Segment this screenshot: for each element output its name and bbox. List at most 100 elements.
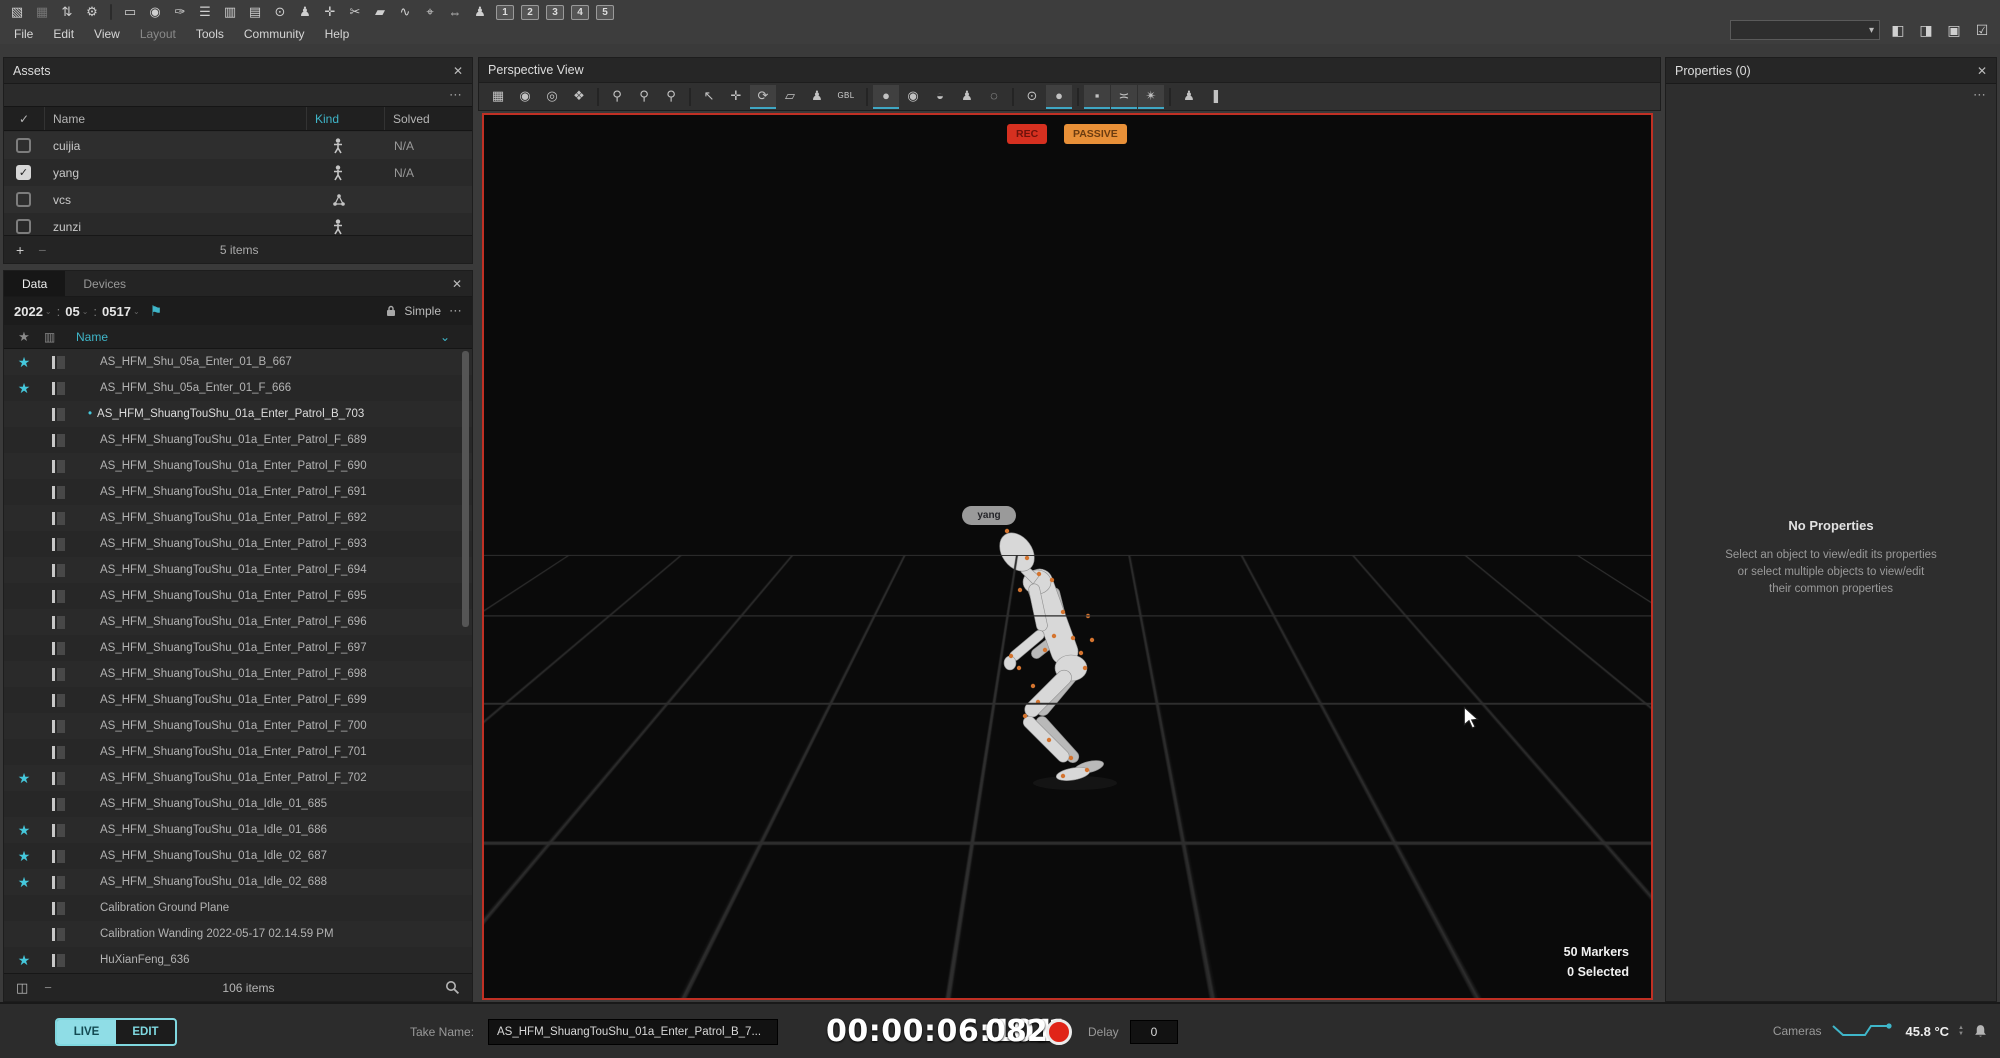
take-row[interactable]: ★ • HuXianFeng_636 (4, 947, 472, 973)
kind-column-header[interactable]: Kind (306, 107, 384, 130)
menu-item[interactable]: Community (234, 27, 315, 41)
open-project-icon[interactable]: ▧ (6, 2, 28, 22)
zoom-in-icon[interactable]: ⚲ (604, 85, 630, 109)
menu-item[interactable]: View (84, 27, 130, 41)
spinner-icon[interactable]: ⌄ (45, 307, 52, 316)
more-menu-icon[interactable]: ⋯ (449, 303, 462, 319)
edit-mode-button[interactable]: EDIT (116, 1020, 175, 1044)
take-row[interactable]: ★ • AS_HFM_Shu_05a_Enter_01_F_666 (4, 375, 472, 401)
streaming-icon[interactable]: ☰ (194, 2, 216, 22)
menu-item[interactable]: Help (315, 27, 360, 41)
zoom-fit-icon[interactable]: ⚲ (658, 85, 684, 109)
select-tool-icon[interactable]: ↖ (696, 85, 722, 109)
take-row[interactable]: ★ • Calibration Ground Plane (4, 895, 472, 921)
marker-refine-icon[interactable]: ◌ (981, 85, 1007, 109)
menu-item[interactable]: File (4, 27, 43, 41)
session-month-field[interactable]: 05 (65, 304, 79, 319)
marker-camera-icon[interactable]: ◉ (900, 85, 926, 109)
star-column-header[interactable]: ★ (4, 329, 44, 345)
rigid-body-icon[interactable]: ⌖ (419, 2, 441, 22)
take-row[interactable]: ★ • AS_HFM_ShuangTouShu_01a_Idle_01_686 (4, 817, 472, 843)
skeleton-icon[interactable]: ♟ (294, 2, 316, 22)
take-row[interactable]: ★ • AS_HFM_ShuangTouShu_01a_Enter_Patrol… (4, 427, 472, 453)
check-column-header[interactable]: ✓ (4, 107, 44, 130)
save-icon[interactable]: ▦ (31, 2, 53, 22)
take-row[interactable]: ★ • AS_HFM_ShuangTouShu_01a_Enter_Patrol… (4, 687, 472, 713)
chevron-down-icon[interactable]: ⌄ (440, 330, 472, 344)
live-edit-toggle[interactable]: LIVE EDIT (55, 1018, 177, 1046)
asset-checkbox[interactable]: ✓ (16, 219, 31, 234)
archive-take-icon[interactable]: ◫ (16, 980, 28, 996)
close-icon[interactable]: ✕ (1977, 64, 1987, 78)
dock-left-panel-icon[interactable]: ◧ (1888, 20, 1908, 40)
temperature-spinner[interactable]: ▲ ▼ (1958, 1025, 1964, 1037)
layout-dropdown[interactable]: ▾ (1730, 20, 1880, 40)
more-menu-icon[interactable]: ⋯ (449, 87, 462, 103)
visibility-eye-icon[interactable]: ⊙ (1019, 85, 1045, 109)
rays-toggle-icon[interactable]: ✴ (1138, 85, 1164, 109)
camera-view-icon[interactable]: ◎ (539, 85, 565, 109)
favorite-star-icon[interactable]: ★ (4, 822, 44, 839)
settings-gear-icon[interactable]: ⚙ (81, 2, 103, 22)
take-row[interactable]: ★ • AS_HFM_Shu_05a_Enter_01_B_667 (4, 349, 472, 375)
asset-checkbox[interactable]: ✓ (16, 138, 31, 153)
menu-item[interactable]: Tools (186, 27, 234, 41)
viewport-3d[interactable]: REC PASSIVE yang (482, 113, 1653, 1000)
remove-asset-button[interactable]: − (38, 242, 46, 258)
take-row[interactable]: ★ • AS_HFM_ShuangTouShu_01a_Enter_Patrol… (4, 531, 472, 557)
favorite-star-icon[interactable]: ★ (4, 380, 44, 397)
spinner-icon[interactable]: ⌄ (82, 307, 89, 316)
rotate-tool-icon[interactable]: ⟳ (750, 85, 776, 109)
graph-icon[interactable]: ∿ (394, 2, 416, 22)
name-column-header[interactable]: Name (44, 107, 306, 130)
close-icon[interactable]: ✕ (452, 277, 472, 291)
zoom-select-icon[interactable]: ⚲ (631, 85, 657, 109)
coordinate-space-toggle[interactable]: GBL (831, 85, 861, 109)
take-row[interactable]: ★ • AS_HFM_ShuangTouShu_01a_Enter_Patrol… (4, 635, 472, 661)
orbit-camera-icon[interactable]: ◉ (512, 85, 538, 109)
take-row[interactable]: ★ • AS_HFM_ShuangTouShu_01a_Idle_02_687 (4, 843, 472, 869)
record-button[interactable] (1046, 1019, 1072, 1045)
skeleton-select-icon[interactable]: ♟ (804, 85, 830, 109)
data-panel-tab[interactable]: Data (4, 271, 65, 296)
grid-view-icon[interactable]: ▦ (485, 85, 511, 109)
session-year-field[interactable]: 2022 (14, 304, 43, 319)
take-row[interactable]: ★ • AS_HFM_ShuangTouShu_01a_Enter_Patrol… (4, 583, 472, 609)
simple-mode-toggle[interactable]: Simple (404, 304, 441, 318)
take-row[interactable]: ★ • AS_HFM_ShuangTouShu_01a_Enter_Patrol… (4, 765, 472, 791)
scale-tool-icon[interactable]: ▱ (777, 85, 803, 109)
name-column-header[interactable]: Name (76, 330, 440, 344)
mocap-character[interactable] (975, 520, 1145, 810)
follow-tool-icon[interactable]: ❖ (566, 85, 592, 109)
layout-1-button[interactable]: 1 (496, 5, 514, 20)
asset-row[interactable]: ✓ vcs (4, 186, 472, 213)
measure-icon[interactable]: ⇔ (444, 2, 466, 22)
asset-row[interactable]: ✓ yang N/A (4, 159, 472, 186)
layout-3-button[interactable]: 3 (546, 5, 564, 20)
take-row[interactable]: ★ • AS_HFM_ShuangTouShu_01a_Enter_Patrol… (4, 661, 472, 687)
asset-row[interactable]: ✓ zunzi (4, 213, 472, 235)
spinner-icon[interactable]: ⌄ (133, 307, 140, 316)
solved-column-header[interactable]: Solved (384, 107, 472, 130)
data-panel-tab[interactable]: Devices (65, 271, 144, 296)
dock-panels-icon[interactable]: ◨ (1916, 20, 1936, 40)
live-mode-button[interactable]: LIVE (57, 1020, 116, 1044)
calibration-wand-icon[interactable]: ✑ (169, 2, 191, 22)
remove-take-button[interactable]: − (44, 980, 52, 995)
take-row[interactable]: ★ • Calibration Wanding 2022-05-17 02.14… (4, 921, 472, 947)
skeleton-overlay-icon[interactable]: ♟ (1176, 85, 1202, 109)
asset-checkbox[interactable]: ✓ (16, 192, 31, 207)
labels-toggle-icon[interactable]: ▪ (1084, 85, 1110, 109)
favorite-star-icon[interactable]: ★ (4, 848, 44, 865)
save-layout-icon[interactable]: ▣ (1944, 20, 1964, 40)
video-overlay-icon[interactable]: ❚ (1203, 85, 1229, 109)
take-row[interactable]: ★ • AS_HFM_ShuangTouShu_01a_Enter_Patrol… (4, 739, 472, 765)
menu-item[interactable]: Layout (130, 27, 186, 41)
take-row[interactable]: ★ • AS_HFM_ShuangTouShu_01a_Enter_Patrol… (4, 713, 472, 739)
more-menu-icon[interactable]: ⋯ (1973, 87, 1986, 103)
layout-check-icon[interactable]: ☑ (1972, 20, 1992, 40)
info-icon[interactable]: ⊙ (269, 2, 291, 22)
edit-tools-icon[interactable]: ✂ (344, 2, 366, 22)
marker-skeleton-icon[interactable]: ♟ (954, 85, 980, 109)
labeling-icon[interactable]: ▰ (369, 2, 391, 22)
